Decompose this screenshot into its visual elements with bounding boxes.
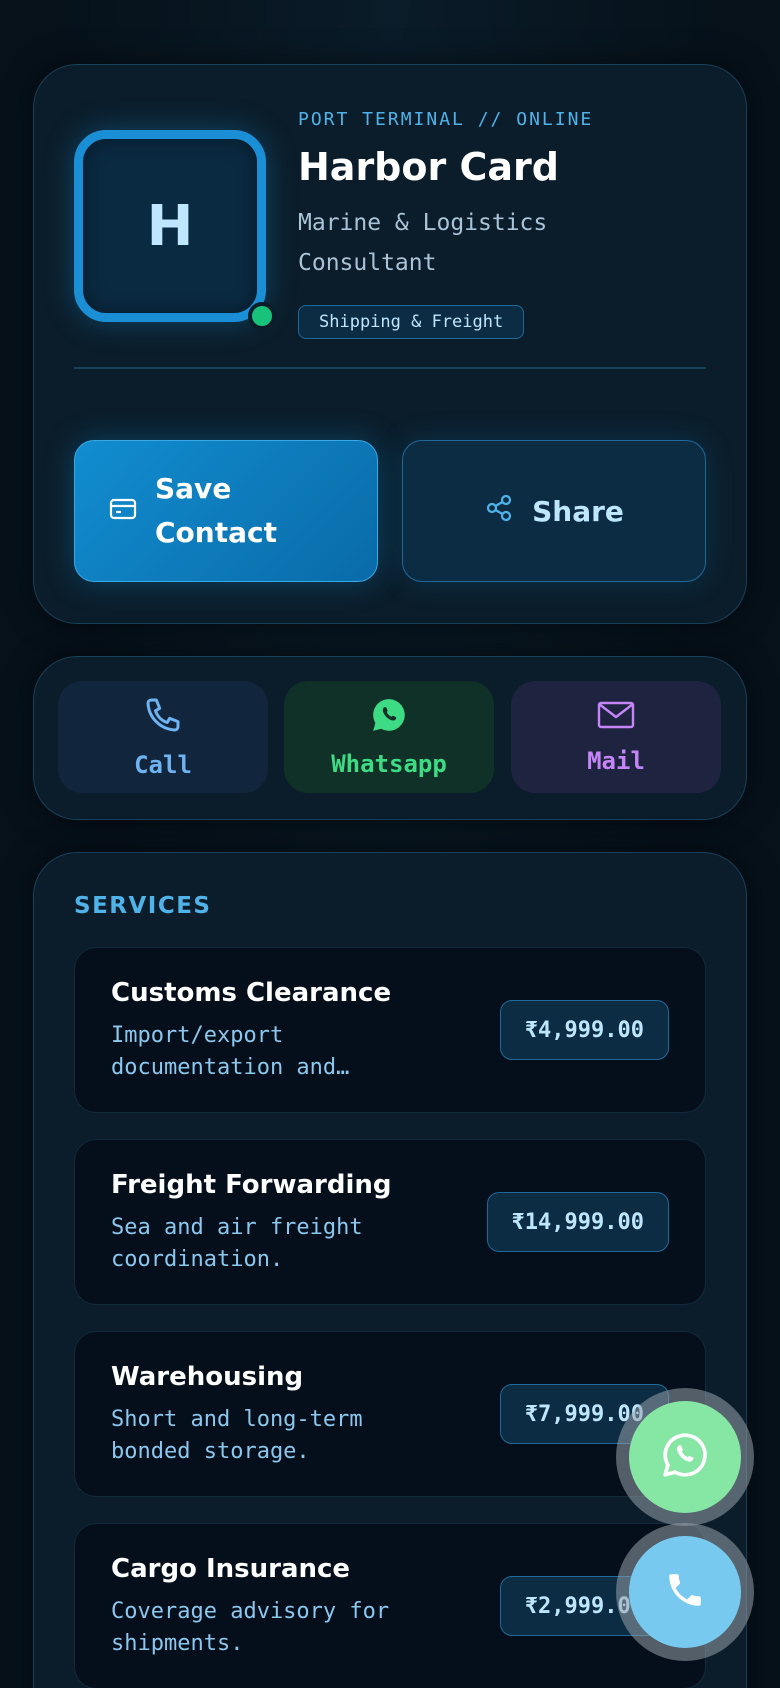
service-description: Import/export documentation and…	[111, 1023, 350, 1080]
mail-label: Mail	[587, 747, 645, 775]
call-label: Call	[134, 751, 192, 779]
service-description: Coverage advisory for shipments.	[111, 1599, 390, 1656]
contact-card-icon	[109, 495, 137, 528]
share-label: Share	[532, 494, 624, 528]
service-item[interactable]: Cargo Insurance Coverage advisory for sh…	[74, 1523, 706, 1688]
service-description: Short and long-term bonded storage.	[111, 1407, 363, 1464]
avatar-wrap: H	[74, 130, 276, 330]
save-contact-button[interactable]: Save Contact	[74, 440, 378, 582]
service-name: Cargo Insurance	[111, 1554, 351, 1584]
save-contact-label: Save Contact	[155, 472, 277, 549]
divider	[74, 367, 706, 369]
whatsapp-icon	[370, 696, 408, 740]
service-name: Freight Forwarding	[111, 1170, 392, 1200]
profile-card: H PORT TERMINAL // ONLINE Harbor Card Ma…	[33, 64, 747, 624]
whatsapp-icon	[660, 1430, 710, 1484]
services-heading: SERVICES	[74, 893, 212, 919]
online-status-dot	[248, 302, 276, 330]
avatar: H	[74, 130, 266, 322]
service-name: Warehousing	[111, 1362, 304, 1392]
phone-icon	[143, 695, 183, 741]
service-description: Sea and air freight coordination.	[111, 1215, 363, 1272]
quick-actions-card: Call Whatsapp Mail	[33, 656, 747, 820]
service-item[interactable]: Customs Clearance Import/export document…	[74, 947, 706, 1113]
profile-title: Marine & Logistics Consultant	[298, 210, 548, 276]
call-fab[interactable]	[616, 1523, 754, 1661]
whatsapp-fab-inner[interactable]	[629, 1401, 741, 1513]
share-button[interactable]: Share	[402, 440, 706, 582]
service-item[interactable]: Warehousing Short and long-term bonded s…	[74, 1331, 706, 1497]
service-name: Customs Clearance	[111, 978, 392, 1008]
phone-icon	[664, 1569, 706, 1615]
page: H PORT TERMINAL // ONLINE Harbor Card Ma…	[0, 0, 780, 1688]
whatsapp-button[interactable]: Whatsapp	[284, 681, 494, 793]
share-icon	[484, 493, 514, 530]
profile-name: Harbor Card	[298, 145, 559, 189]
whatsapp-fab[interactable]	[616, 1388, 754, 1526]
service-price: ₹14,999.00	[486, 1192, 669, 1252]
mail-button[interactable]: Mail	[511, 681, 721, 793]
terminal-status: PORT TERMINAL // ONLINE	[298, 109, 594, 130]
call-fab-inner[interactable]	[629, 1536, 741, 1648]
service-item[interactable]: Freight Forwarding Sea and air freight c…	[74, 1139, 706, 1305]
whatsapp-label: Whatsapp	[331, 750, 447, 778]
service-price: ₹4,999.00	[499, 1000, 669, 1060]
industry-tag: Shipping & Freight	[298, 305, 525, 339]
call-button[interactable]: Call	[58, 681, 268, 793]
mail-icon	[596, 699, 636, 737]
